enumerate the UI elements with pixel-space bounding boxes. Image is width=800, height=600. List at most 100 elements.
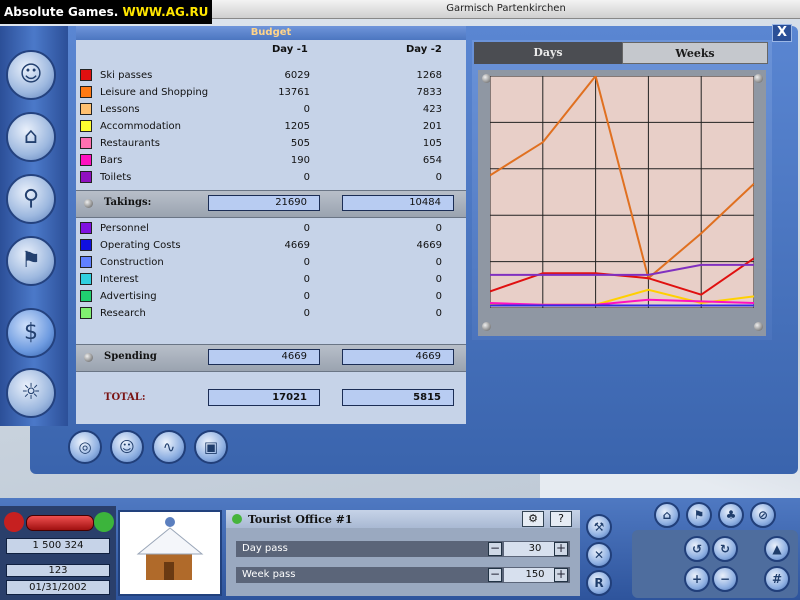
budget-line-chart: [490, 76, 754, 308]
row-label: Bars: [100, 155, 123, 166]
left-nav-bar: ☺ ⌂ ⚲ ⚑ $ ☼: [0, 26, 68, 426]
buildings-button[interactable]: ⌂: [6, 112, 56, 162]
spending-band: Spending 4669 4669: [76, 344, 466, 372]
rivet-icon: [754, 322, 763, 331]
row-day1-value: 4669: [284, 240, 310, 251]
column-header-day1: Day -1: [272, 44, 308, 55]
color-swatch: [80, 222, 92, 234]
income-row: Bars 190 654: [80, 152, 460, 169]
takings-day2: 10484: [342, 195, 454, 211]
row-label: Operating Costs: [100, 240, 181, 251]
rivet-icon: [482, 322, 491, 331]
row-day1-value: 6029: [284, 70, 310, 81]
day-pass-increase-button[interactable]: +: [554, 542, 568, 556]
row-label: Leisure and Shopping: [100, 87, 209, 98]
expense-row: Advertising 0 0: [80, 288, 460, 305]
finances-button[interactable]: $: [6, 308, 56, 358]
total-label: TOTAL:: [104, 392, 146, 403]
row-label: Interest: [100, 274, 139, 285]
tab-days[interactable]: Days: [474, 42, 622, 64]
lifts-button[interactable]: ⚲: [6, 174, 56, 224]
week-pass-row: Week pass − 150 +: [236, 567, 570, 583]
week-pass-increase-button[interactable]: +: [554, 568, 568, 582]
income-row: Ski passes 6029 1268: [80, 67, 460, 84]
color-swatch: [80, 290, 92, 302]
week-pass-decrease-button[interactable]: −: [488, 568, 502, 582]
zoom-in-icon[interactable]: +: [684, 566, 710, 592]
color-swatch: [80, 103, 92, 115]
row-day2-value: 0: [435, 223, 442, 234]
color-swatch: [80, 273, 92, 285]
expense-row: Research 0 0: [80, 305, 460, 322]
rotate-right-icon[interactable]: ↻: [712, 536, 738, 562]
row-day2-value: 423: [422, 104, 442, 115]
row-label: Research: [100, 308, 146, 319]
money-display: 1 500 324: [6, 538, 110, 554]
buildings-toolbar-icon[interactable]: ⌂: [654, 502, 680, 528]
row-day1-value: 190: [290, 155, 310, 166]
settings-gear-icon[interactable]: ⚙: [522, 511, 544, 527]
building-header: Tourist Office #1 ⚙ ?: [226, 510, 580, 528]
takings-day1: 21690: [208, 195, 320, 211]
row-label: Ski passes: [100, 70, 153, 81]
budget-title: Budget: [76, 26, 466, 40]
tab-weeks[interactable]: Weeks: [622, 42, 768, 64]
column-header-day2: Day -2: [406, 44, 442, 55]
brand-watermark: Absolute Games. WWW.AG.RU: [0, 0, 212, 24]
row-label: Toilets: [100, 172, 132, 183]
spending-day2: 4669: [342, 349, 454, 365]
day-pass-decrease-button[interactable]: −: [488, 542, 502, 556]
row-label: Advertising: [100, 291, 157, 302]
demolish-icon[interactable]: ✕: [586, 542, 612, 568]
week-pass-label: Week pass: [242, 569, 296, 580]
graph-well: [478, 70, 766, 336]
repair-button[interactable]: R: [586, 570, 612, 596]
color-swatch: [80, 69, 92, 81]
graph-panel: Days Weeks: [472, 40, 772, 340]
guests-button[interactable]: ☺: [6, 50, 56, 100]
row-day1-value: 1205: [284, 121, 310, 132]
tourist-office-icon: [136, 517, 204, 580]
color-swatch: [80, 239, 92, 251]
trees-toolbar-icon[interactable]: ♣: [718, 502, 744, 528]
color-swatch: [80, 307, 92, 319]
row-label: Restaurants: [100, 138, 160, 149]
row-day1-value: 0: [303, 291, 310, 302]
row-day1-value: 0: [303, 274, 310, 285]
row-label: Personnel: [100, 223, 149, 234]
income-row: Accommodation 1205 201: [80, 118, 460, 135]
row-day2-value: 105: [422, 138, 442, 149]
overview-tab-button[interactable]: ▣: [194, 430, 228, 464]
row-label: Construction: [100, 257, 164, 268]
weather-button[interactable]: ☼: [6, 368, 56, 418]
grid-icon[interactable]: #: [764, 566, 790, 592]
row-day1-value: 0: [303, 257, 310, 268]
rotate-left-icon[interactable]: ↺: [684, 536, 710, 562]
budget-tab-button[interactable]: ◎: [68, 430, 102, 464]
row-label: Accommodation: [100, 121, 182, 132]
color-swatch: [80, 154, 92, 166]
income-row: Lessons 0 423: [80, 101, 460, 118]
color-swatch: [80, 171, 92, 183]
brand-prefix: Absolute Games.: [4, 5, 119, 19]
status-dot-icon: [232, 514, 242, 524]
slopes-button[interactable]: ⚑: [6, 236, 56, 286]
zoom-out-icon[interactable]: −: [712, 566, 738, 592]
rivet-icon: [84, 199, 93, 208]
close-button[interactable]: X: [772, 24, 792, 42]
graph-tab-button[interactable]: ∿: [152, 430, 186, 464]
total-day2: 5815: [342, 389, 454, 406]
camera-controls: ↺ ↻ ▲ + − #: [632, 530, 798, 598]
scroll-up-icon[interactable]: ▲: [764, 536, 790, 562]
date-display: 01/31/2002: [6, 580, 110, 595]
mood-meter: [26, 515, 94, 531]
row-day1-value: 0: [303, 172, 310, 183]
stats-tab-button[interactable]: ☺: [110, 430, 144, 464]
slopes-toolbar-icon[interactable]: ⚑: [686, 502, 712, 528]
options-toolbar-icon[interactable]: ⊘: [750, 502, 776, 528]
expense-row: Interest 0 0: [80, 271, 460, 288]
wrench-icon[interactable]: ⚒: [586, 514, 612, 540]
help-icon[interactable]: ?: [550, 511, 572, 527]
row-day2-value: 0: [435, 308, 442, 319]
day-pass-row: Day pass − 30 +: [236, 541, 570, 557]
